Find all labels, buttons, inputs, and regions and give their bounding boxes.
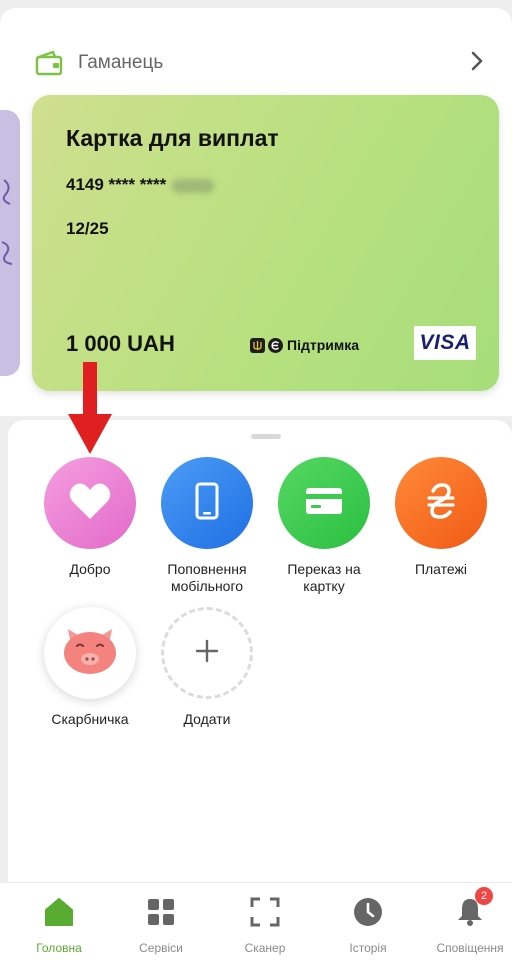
heart-icon: [68, 481, 112, 526]
action-add[interactable]: Додати: [148, 607, 266, 728]
tab-scanner[interactable]: Сканер: [214, 895, 316, 955]
action-card-transfer[interactable]: Переказ на картку: [265, 457, 383, 595]
action-piggy-bank[interactable]: Скарбничка: [31, 607, 149, 728]
action-card-transfer-circle: [278, 457, 370, 549]
action-label: Переказ на картку: [287, 561, 361, 594]
piggy-icon: [61, 626, 119, 681]
phone-icon: [195, 482, 219, 525]
action-label: Додати: [183, 711, 231, 727]
action-label: Добро: [69, 561, 111, 577]
notification-badge: 2: [475, 887, 493, 905]
action-label: Скарбничка: [51, 711, 129, 727]
action-piggy-bank-circle: [44, 607, 136, 699]
wallet-header[interactable]: Гаманець: [34, 42, 496, 84]
hryvnia-icon: [426, 481, 456, 526]
visa-logo: VISA: [414, 326, 476, 360]
wallet-title: Гаманець: [78, 52, 164, 73]
tab-label: Головна: [36, 941, 82, 955]
tab-label: Сповіщення: [436, 941, 504, 955]
plus-icon: [195, 639, 219, 668]
action-mobile-topup-circle: [161, 457, 253, 549]
action-payments[interactable]: Платежі: [382, 457, 500, 578]
action-label: Поповнення мобільного: [167, 561, 247, 594]
sheet-drag-handle[interactable]: [251, 434, 281, 439]
tab-services[interactable]: Сервіси: [110, 895, 212, 955]
card-number-blurred: [172, 178, 215, 193]
action-payments-circle: [395, 457, 487, 549]
card-title: Картка для виплат: [66, 125, 279, 151]
tab-label: Історія: [349, 941, 387, 955]
trident-icon: [250, 337, 265, 353]
screen: Гаманець Картка для виплат 4149 **** ***…: [0, 0, 512, 971]
card-balance: 1 000 UAH: [66, 331, 175, 356]
action-dobro-circle: [44, 457, 136, 549]
home-icon: [42, 895, 76, 929]
tab-history[interactable]: Історія: [317, 895, 419, 955]
bell-icon: 2: [453, 887, 493, 929]
e-logo-icon: [268, 337, 283, 353]
card-expiry: 12/25: [66, 219, 109, 238]
card-number-masked: 4149 **** ****: [66, 175, 167, 194]
card-icon: [305, 487, 343, 520]
clock-icon: [351, 895, 385, 929]
tab-label: Сканер: [244, 941, 286, 955]
tab-notifications[interactable]: 2 Сповіщення: [419, 887, 512, 955]
tab-label: Сервіси: [139, 941, 183, 955]
support-label: Підтримка: [287, 337, 360, 353]
scan-icon: [248, 895, 282, 929]
support-link[interactable]: Підтримка: [250, 337, 359, 353]
action-add-circle: [161, 607, 253, 699]
action-label: Платежі: [414, 561, 468, 577]
red-arrow-down-icon: [64, 360, 116, 456]
action-dobro[interactable]: Добро: [31, 457, 149, 578]
card-number: 4149 **** ****: [66, 175, 215, 195]
action-mobile-topup[interactable]: Поповнення мобільного: [148, 457, 266, 595]
bottom-tab-bar: Головна Сервіси Сканер Історія 2 Сповіще…: [0, 882, 512, 971]
wallet-icon: [34, 48, 64, 78]
previous-card-peek[interactable]: [0, 110, 20, 376]
payout-card[interactable]: Картка для виплат 4149 **** **** 12/25 1…: [32, 95, 499, 391]
chevron-right-icon[interactable]: [466, 50, 488, 72]
tab-home[interactable]: Головна: [8, 895, 110, 955]
grid-icon: [144, 895, 178, 929]
